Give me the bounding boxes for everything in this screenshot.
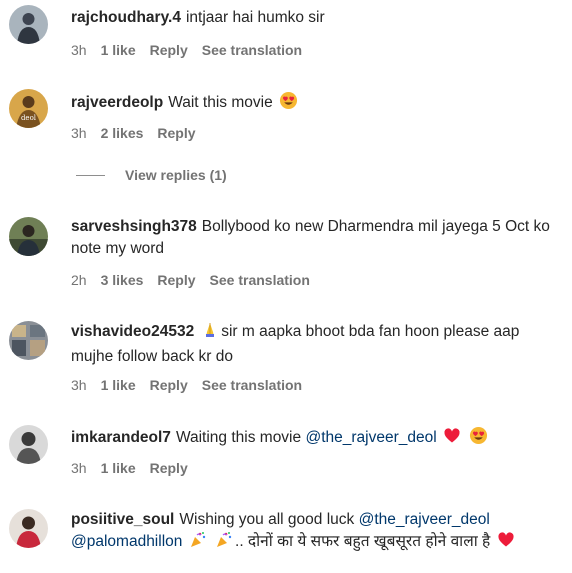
comment-text: Wishing you all good luck (179, 511, 355, 528)
comment-likes[interactable]: 2 likes (101, 124, 144, 142)
comment-meta: 2h 3 likes Reply See translation (71, 271, 324, 289)
avatar[interactable] (9, 217, 48, 256)
avatar-image (9, 321, 48, 360)
see-translation-button[interactable]: See translation (202, 41, 302, 59)
reply-button[interactable]: Reply (150, 41, 188, 59)
reply-button[interactable]: Reply (150, 376, 188, 394)
comment-likes[interactable]: 1 like (101, 41, 136, 59)
reply-button[interactable]: Reply (157, 124, 195, 142)
comment-meta: 3h 2 likes Reply (71, 124, 210, 142)
avatar[interactable] (9, 5, 48, 44)
see-translation-button[interactable]: See translation (210, 271, 310, 289)
comment-username[interactable]: rajveerdeolp (71, 94, 163, 111)
reply-button[interactable]: Reply (150, 459, 188, 477)
avatar-image: deol (9, 89, 48, 128)
comment-meta: 3h 1 like Reply See translation (71, 376, 316, 394)
red-heart-emoji-icon (497, 531, 515, 556)
view-replies-divider (76, 174, 105, 176)
comment-time[interactable]: 3h (71, 124, 87, 142)
heart-eyes-emoji-icon (279, 91, 298, 117)
reply-button[interactable]: Reply (157, 271, 195, 289)
mention-link[interactable]: @the_rajveer_deol (305, 429, 436, 446)
heart-eyes-emoji-icon (469, 426, 488, 452)
avatar-image (9, 217, 48, 256)
comment-body: imkarandeol7 Waiting this movie @the_rajv… (71, 426, 561, 452)
avatar[interactable] (9, 425, 48, 464)
view-replies-button[interactable]: View replies (1) (76, 167, 227, 183)
mention-link[interactable]: @the_rajveer_deol (359, 511, 490, 528)
red-heart-emoji-icon (443, 427, 461, 452)
comment-username[interactable]: vishavideo24532 (71, 323, 194, 340)
party-popper-emoji-icon (215, 531, 233, 556)
comment-meta: 3h 1 like Reply (71, 459, 202, 477)
view-replies-label: View replies (1) (125, 167, 227, 183)
comment-text: Waiting this movie (175, 429, 302, 446)
comment-body: vishavideo24532 sir m aapka bhoot bda fa… (71, 321, 561, 368)
comment-body: rajveerdeolp Wait this movie (71, 91, 561, 117)
avatar-image (9, 509, 48, 548)
comment-text: intjaar hai humko sir (185, 9, 325, 26)
comment-body: posiitive_soul Wishing you all good luck … (71, 509, 561, 556)
comment-time[interactable]: 3h (71, 376, 87, 394)
comment-text: Wait this movie (168, 94, 273, 111)
mention-link[interactable]: @palomadhillon (71, 533, 182, 550)
comment-likes[interactable]: 3 likes (101, 271, 144, 289)
folded-hands-emoji-icon (201, 321, 219, 346)
avatar[interactable]: deol (9, 89, 48, 128)
comment-body: sarveshsingh378 Bollybood ko new Dharmend… (71, 216, 561, 260)
avatar[interactable] (9, 321, 48, 360)
comment-body: rajchoudhary.4 intjaar hai humko sir (71, 7, 561, 29)
avatar[interactable] (9, 509, 48, 548)
comment-time[interactable]: 3h (71, 459, 87, 477)
comment-username[interactable]: rajchoudhary.4 (71, 9, 181, 26)
comment-username[interactable]: sarveshsingh378 (71, 218, 197, 235)
comment-likes[interactable]: 1 like (101, 459, 136, 477)
comment-username[interactable]: posiitive_soul (71, 511, 174, 528)
comment-username[interactable]: imkarandeol7 (71, 429, 171, 446)
avatar-image (9, 5, 48, 44)
comment-time[interactable]: 3h (71, 41, 87, 59)
comment-likes[interactable]: 1 like (101, 376, 136, 394)
comment-time[interactable]: 2h (71, 271, 87, 289)
comment-text-hindi: .. दोनों का ये सफर बहुत खूबसूरत होने वाल… (235, 533, 491, 550)
see-translation-button[interactable]: See translation (202, 376, 302, 394)
avatar-image (9, 425, 48, 464)
party-popper-emoji-icon (189, 531, 207, 556)
avatar-logo-text: deol (21, 114, 37, 122)
comment-meta: 3h 1 like Reply See translation (71, 41, 316, 59)
